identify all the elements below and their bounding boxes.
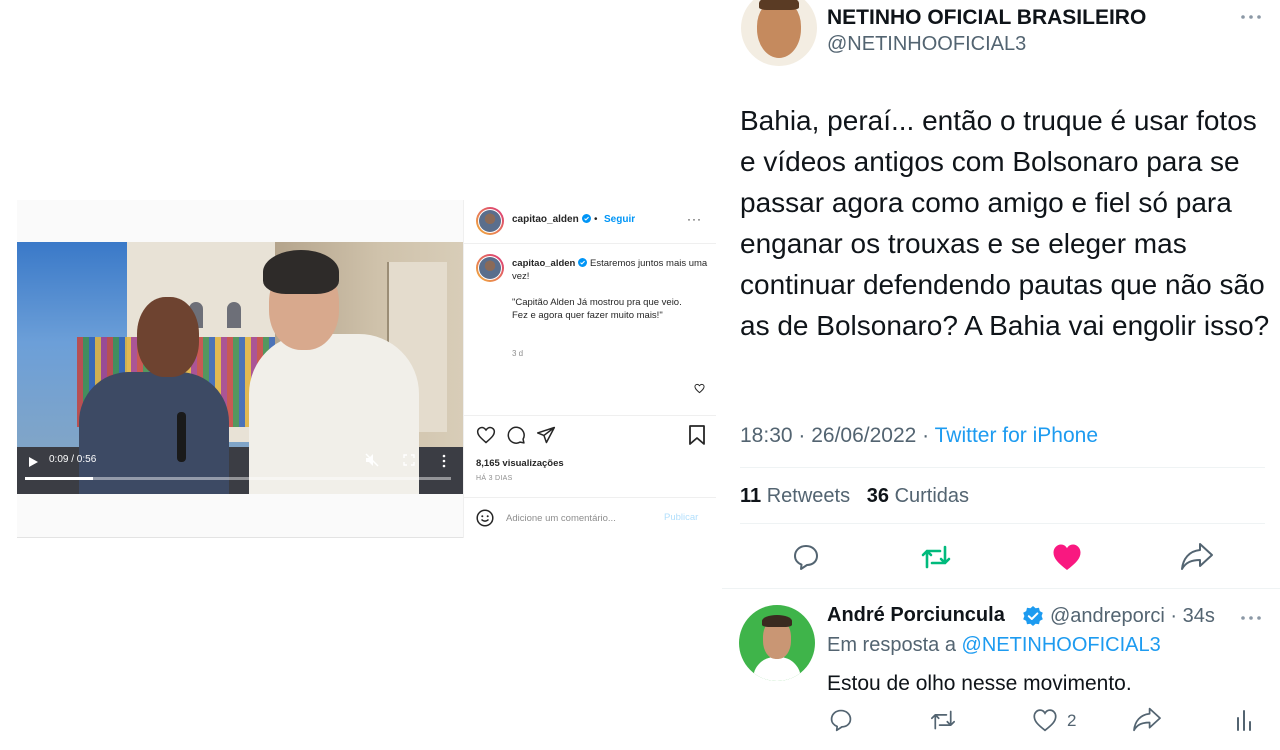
retweet-icon[interactable]: [928, 708, 958, 732]
reply-avatar[interactable]: [739, 605, 815, 681]
tweet-source-link[interactable]: Twitter for iPhone: [935, 424, 1098, 447]
tweet-metadata: 18:30 · 26/06/2022 · Twitter for iPhone: [740, 424, 1098, 448]
reply-icon[interactable]: [792, 543, 820, 571]
comment-input[interactable]: [506, 510, 656, 526]
caption-quote: "Capitão Alden Já mostrou pra que veio. …: [512, 297, 682, 321]
reply-icon[interactable]: [828, 708, 854, 732]
mention-link[interactable]: @NETINHOOFICIAL3: [962, 634, 1161, 656]
bookmark-icon[interactable]: [688, 425, 706, 445]
divider: [722, 588, 1280, 589]
divider: [464, 415, 716, 416]
retweet-icon[interactable]: [920, 543, 952, 571]
verified-icon: [1023, 606, 1043, 626]
share-icon[interactable]: [536, 425, 556, 445]
likes-stat[interactable]: 36 Curtidas: [867, 485, 969, 507]
more-icon[interactable]: [1240, 615, 1262, 621]
video-controls: 0:09 / 0:56: [17, 446, 463, 494]
heart-filled-icon[interactable]: [1052, 543, 1082, 571]
avatar[interactable]: [741, 0, 817, 66]
author-name[interactable]: NETINHO OFICIAL BRASILEIRO: [827, 6, 1146, 30]
reply-text: Estou de olho nesse movimento.: [827, 672, 1132, 695]
more-vertical-icon[interactable]: [441, 454, 447, 468]
divider: [740, 467, 1265, 468]
video-time: 0:09 / 0:56: [49, 454, 97, 465]
heart-icon[interactable]: [1032, 708, 1058, 732]
view-count: 8,165 visualizações: [476, 458, 564, 469]
tweet-timestamp[interactable]: 18:30 · 26/06/2022 ·: [740, 424, 935, 447]
publish-button[interactable]: Publicar: [664, 512, 698, 523]
tweet-text: Bahia, peraí... então o truque é usar fo…: [740, 105, 1270, 341]
video-player[interactable]: 0:09 / 0:56: [17, 242, 463, 494]
divider: [464, 243, 716, 244]
instagram-post: 0:09 / 0:56 capitao_alden • Seguir ··· c…: [17, 200, 716, 538]
analytics-icon[interactable]: [1234, 708, 1254, 732]
author-handle[interactable]: @NETINHOOFICIAL3: [827, 33, 1026, 56]
emoji-icon[interactable]: [476, 509, 494, 527]
mute-icon[interactable]: [365, 453, 379, 467]
reply-like-count: 2: [1067, 711, 1077, 730]
fullscreen-icon[interactable]: [403, 454, 415, 466]
post-date: HÁ 3 DIAS: [476, 475, 513, 482]
play-icon[interactable]: [27, 456, 39, 468]
more-options-button[interactable]: ···: [687, 212, 702, 226]
share-icon[interactable]: [1132, 706, 1162, 732]
heart-icon[interactable]: [476, 425, 496, 445]
caption: capitao_alden Estaremos juntos mais uma …: [512, 258, 708, 283]
follow-button[interactable]: Seguir: [604, 214, 635, 225]
share-icon[interactable]: [1180, 541, 1214, 571]
heart-icon[interactable]: [694, 383, 705, 394]
caption-avatar[interactable]: [476, 254, 504, 282]
tweet-stats: 11 Retweets 36 Curtidas: [740, 485, 969, 508]
caption-timestamp: 3 d: [512, 349, 524, 358]
reply-author-handle[interactable]: @andreporci · 34s: [1050, 605, 1215, 628]
instagram-side-panel: capitao_alden • Seguir ··· capitao_alden…: [463, 200, 716, 538]
username-link[interactable]: capitao_alden: [512, 214, 591, 225]
verified-icon: [578, 258, 588, 267]
reply-context: Em resposta a @NETINHOOFICIAL3: [827, 634, 1161, 656]
video-progress-bar[interactable]: [25, 477, 451, 480]
more-icon[interactable]: [1240, 14, 1262, 20]
comment-icon[interactable]: [506, 425, 526, 445]
divider: [464, 497, 716, 498]
retweets-stat[interactable]: 11 Retweets: [740, 485, 850, 507]
reply-author-name[interactable]: André Porciuncula: [827, 604, 1005, 627]
verified-icon: [581, 214, 591, 223]
divider: [740, 523, 1265, 524]
caption-username[interactable]: capitao_alden: [512, 258, 575, 269]
separator: •: [594, 214, 598, 225]
avatar[interactable]: [476, 207, 504, 235]
